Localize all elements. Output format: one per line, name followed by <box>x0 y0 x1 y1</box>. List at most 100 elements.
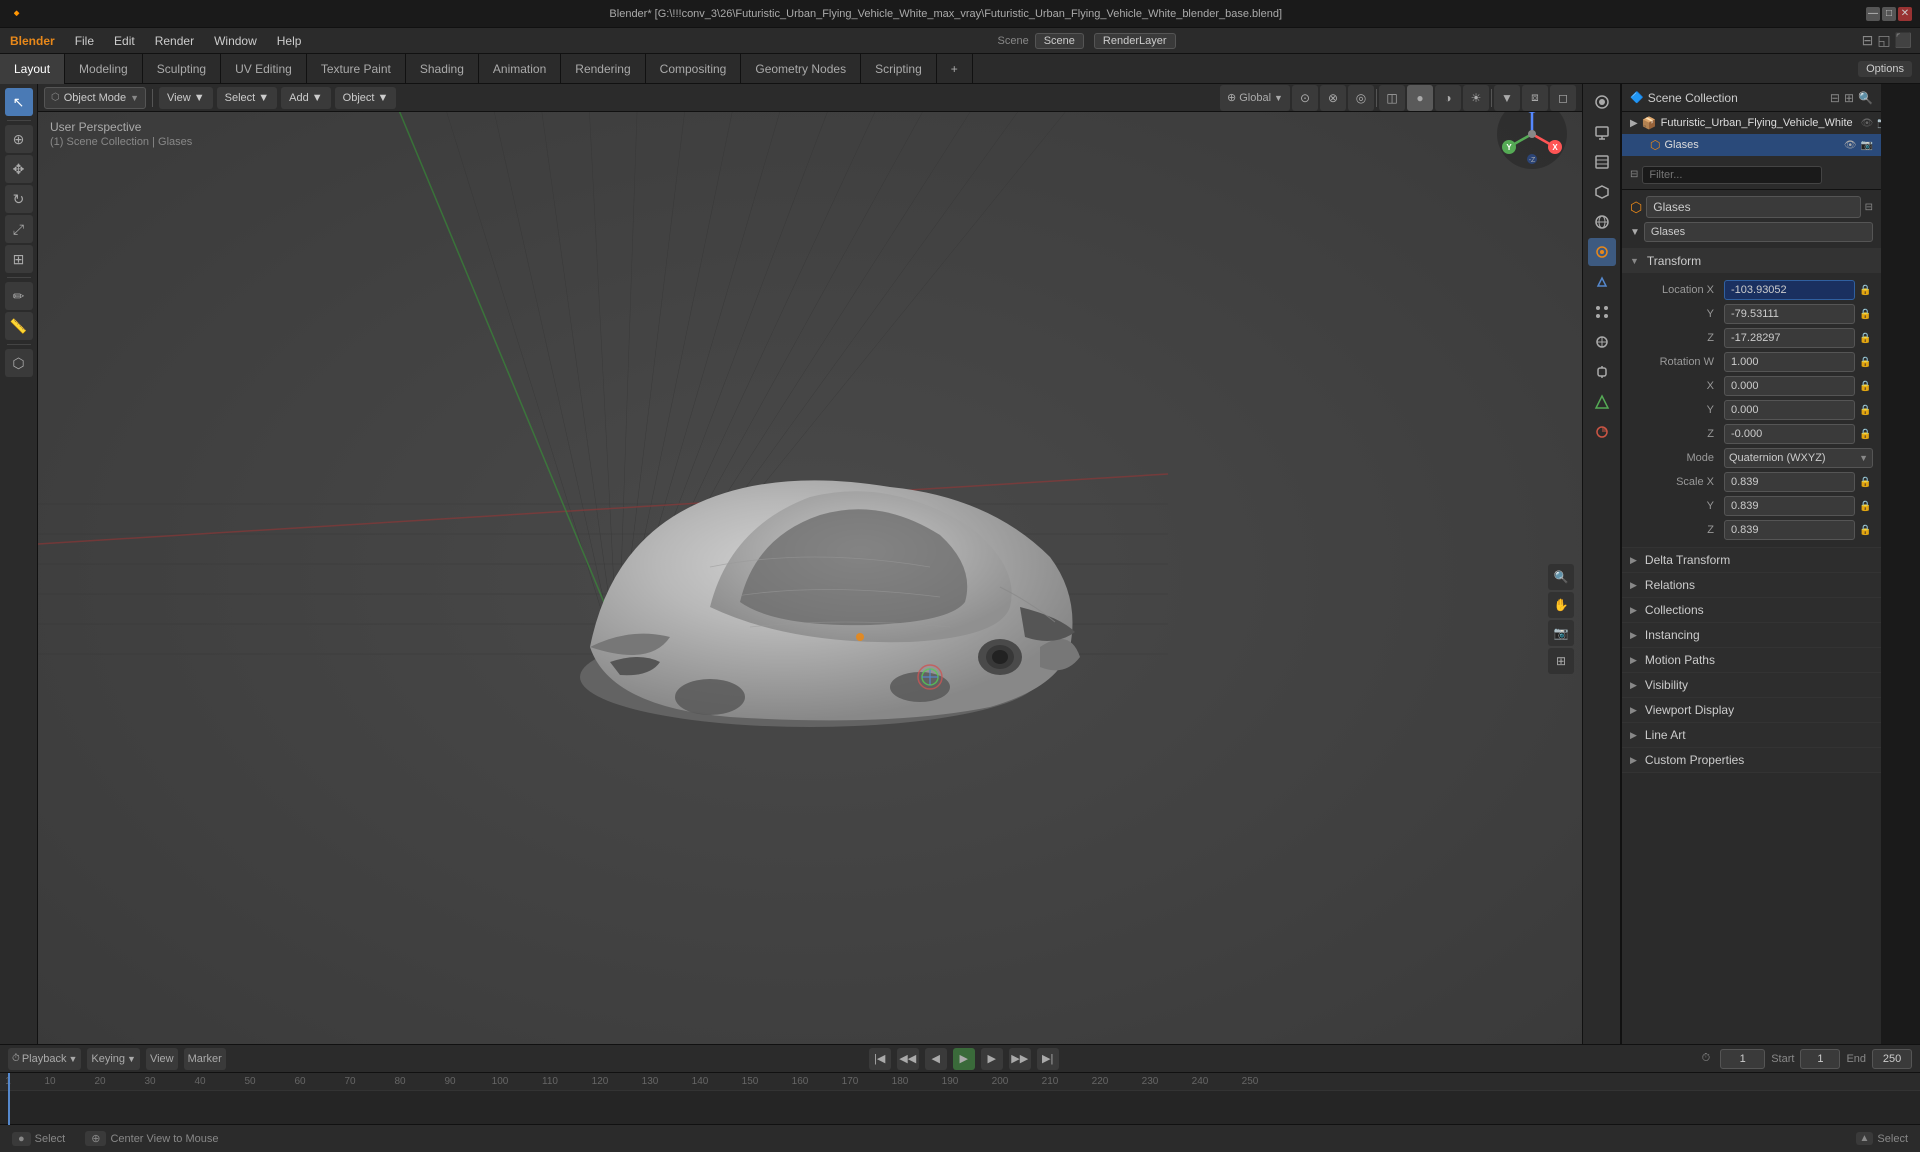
outliner-render-icon[interactable]: 📷 <box>1877 118 1881 129</box>
orbit-btn[interactable]: 📷 <box>1548 620 1574 646</box>
workspace-compositing[interactable]: Compositing <box>646 54 742 84</box>
object-options-btn[interactable]: ⊟ <box>1865 202 1873 213</box>
shading-mode-solid[interactable]: ● <box>1407 85 1433 111</box>
proportional-edit[interactable]: ⊙ <box>1292 85 1318 111</box>
shading-mode-wire[interactable]: ◫ <box>1379 85 1405 111</box>
rotation-mode-dropdown[interactable]: Quaternion (WXYZ) ▼ <box>1724 448 1873 468</box>
prop-icon-physics[interactable] <box>1588 328 1616 356</box>
prop-icon-viewlayer[interactable] <box>1588 148 1616 176</box>
transform-section-header[interactable]: ▼ Transform <box>1622 249 1881 273</box>
pan-btn[interactable]: ✋ <box>1548 592 1574 618</box>
options-btn[interactable]: Options <box>1858 61 1912 77</box>
location-y-lock-icon[interactable]: 🔒 <box>1859 309 1873 320</box>
prev-frame-btn[interactable]: ◀ <box>925 1048 947 1070</box>
prop-icon-material[interactable] <box>1588 418 1616 446</box>
mouse-btn-middle[interactable]: ⊕ <box>85 1131 106 1146</box>
rotation-x-field[interactable]: 0.000 <box>1724 376 1855 396</box>
outliner-filter-btn[interactable]: ⊟ <box>1830 91 1840 105</box>
camera-to-view-btn[interactable]: ⊞ <box>1548 648 1574 674</box>
visibility-header[interactable]: ▶ Visibility <box>1622 673 1881 697</box>
instancing-header[interactable]: ▶ Instancing <box>1622 623 1881 647</box>
outliner-glases-render[interactable]: 📷 <box>1861 140 1873 151</box>
scale-y-field[interactable]: 0.839 <box>1724 496 1855 516</box>
viewport-display-header[interactable]: ▶ Viewport Display <box>1622 698 1881 722</box>
prop-icon-objdata[interactable] <box>1588 388 1616 416</box>
outliner-display-btn[interactable]: ⊞ <box>1844 91 1854 105</box>
rotation-x-lock-icon[interactable]: 🔒 <box>1859 381 1873 392</box>
outliner-glases-item[interactable]: ⬡ Glases 👁 📷 <box>1622 134 1881 156</box>
prev-keyframe-btn[interactable]: ◀◀ <box>897 1048 919 1070</box>
prop-icon-modifier[interactable] <box>1588 268 1616 296</box>
prop-icon-particles[interactable] <box>1588 298 1616 326</box>
shading-mode-rendered[interactable]: ☀ <box>1463 85 1489 111</box>
scene-dropdown[interactable]: Scene <box>1035 33 1084 49</box>
workspace-scripting[interactable]: Scripting <box>861 54 937 84</box>
object-name-input[interactable] <box>1646 196 1860 218</box>
menu-file[interactable]: File <box>65 28 104 54</box>
outliner-vehicle-item[interactable]: ▶ 📦 Futuristic_Urban_Flying_Vehicle_Whit… <box>1622 112 1881 134</box>
maximize-btn[interactable]: □ <box>1882 7 1896 21</box>
renderlayer-dropdown[interactable]: RenderLayer <box>1094 33 1176 49</box>
location-z-field[interactable]: -17.28297 <box>1724 328 1855 348</box>
scale-z-field[interactable]: 0.839 <box>1724 520 1855 540</box>
tool-move[interactable]: ✥ <box>5 155 33 183</box>
rotation-y-lock-icon[interactable]: 🔒 <box>1859 405 1873 416</box>
workspace-sculpting[interactable]: Sculpting <box>143 54 221 84</box>
workspace-uv-editing[interactable]: UV Editing <box>221 54 307 84</box>
viewport[interactable]: ⬡ Object Mode ▼ View ▼ Select ▼ Add ▼ Ob… <box>38 84 1582 1068</box>
rotation-w-lock-icon[interactable]: 🔒 <box>1859 357 1873 368</box>
location-x-lock-icon[interactable]: 🔒 <box>1859 285 1873 296</box>
header-icon-2[interactable]: ◱ <box>1877 32 1890 49</box>
prop-icon-output[interactable] <box>1588 118 1616 146</box>
scale-x-field[interactable]: 0.839 <box>1724 472 1855 492</box>
next-keyframe-btn[interactable]: ▶▶ <box>1009 1048 1031 1070</box>
close-btn[interactable]: ✕ <box>1898 7 1912 21</box>
tool-measure[interactable]: 📏 <box>5 312 33 340</box>
header-icon-1[interactable]: ⊟ <box>1862 32 1874 49</box>
location-y-field[interactable]: -79.53111 <box>1724 304 1855 324</box>
mouse-btn-left[interactable]: ● <box>12 1132 31 1146</box>
scale-z-lock-icon[interactable]: 🔒 <box>1859 525 1873 536</box>
next-frame-btn[interactable]: ▶ <box>981 1048 1003 1070</box>
zoom-camera-btn[interactable]: 🔍 <box>1548 564 1574 590</box>
select-menu-btn[interactable]: Select ▼ <box>217 87 278 109</box>
marker-btn[interactable]: Marker <box>184 1048 226 1070</box>
header-icon-3[interactable]: ⬛ <box>1895 32 1912 49</box>
menu-help[interactable]: Help <box>267 28 312 54</box>
jump-start-btn[interactable]: |◀ <box>869 1048 891 1070</box>
custom-properties-header[interactable]: ▶ Custom Properties <box>1622 748 1881 772</box>
rotation-w-field[interactable]: 1.000 <box>1724 352 1855 372</box>
tool-transform[interactable]: ⊞ <box>5 245 33 273</box>
workspace-texture-paint[interactable]: Texture Paint <box>307 54 406 84</box>
3d-model[interactable] <box>510 367 1110 747</box>
current-frame-input[interactable] <box>1720 1049 1765 1069</box>
proportional-falloff[interactable]: ◎ <box>1348 85 1374 111</box>
shading-mode-material[interactable]: ◑ <box>1435 85 1461 111</box>
viewport-shading-options[interactable]: ▼ <box>1494 85 1520 111</box>
scale-y-lock-icon[interactable]: 🔒 <box>1859 501 1873 512</box>
end-frame-input[interactable] <box>1872 1049 1912 1069</box>
timeline-track-bg[interactable] <box>0 1091 1920 1125</box>
outliner-eye-icon[interactable]: 👁 <box>1861 118 1874 129</box>
prop-icon-world[interactable] <box>1588 208 1616 236</box>
tool-scale[interactable]: ⤢ <box>5 215 33 243</box>
workspace-shading[interactable]: Shading <box>406 54 479 84</box>
workspace-modeling[interactable]: Modeling <box>65 54 143 84</box>
start-frame-input[interactable] <box>1800 1049 1840 1069</box>
play-btn[interactable]: ▶ <box>953 1048 975 1070</box>
prop-icon-object[interactable] <box>1588 238 1616 266</box>
global-local-toggle[interactable]: ⊕ Global ▼ <box>1220 85 1290 111</box>
timeline-menu-btn[interactable]: ⏱ Playback ▼ <box>8 1048 81 1070</box>
timeline-playhead[interactable] <box>8 1073 10 1125</box>
outliner-search-btn[interactable]: 🔍 <box>1858 91 1873 105</box>
snap-toggle[interactable]: ⊗ <box>1320 85 1346 111</box>
tool-add-cube[interactable]: ⬡ <box>5 349 33 377</box>
workspace-rendering[interactable]: Rendering <box>561 54 645 84</box>
motion-paths-header[interactable]: ▶ Motion Paths <box>1622 648 1881 672</box>
collections-header[interactable]: ▶ Collections <box>1622 598 1881 622</box>
object-mode-dropdown[interactable]: ⬡ Object Mode ▼ <box>44 87 146 109</box>
tool-select[interactable]: ↖ <box>5 88 33 116</box>
rotation-y-field[interactable]: 0.000 <box>1724 400 1855 420</box>
keying-btn[interactable]: Keying ▼ <box>87 1048 140 1070</box>
minimize-btn[interactable]: — <box>1866 7 1880 21</box>
